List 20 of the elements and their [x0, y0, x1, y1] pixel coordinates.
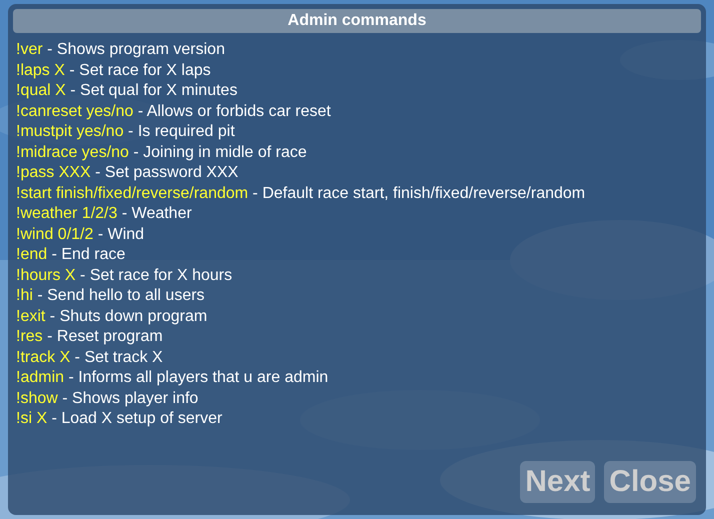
command-line: !canreset yes/no - Allows or forbids car reset [16, 102, 331, 122]
command-line: !hours X - Set race for X hours [16, 266, 232, 286]
command-line: !hi - Send hello to all users [16, 286, 205, 306]
command-line: !res - Reset program [16, 327, 163, 347]
command-line: !midrace yes/no - Joining in midle of race [16, 142, 307, 162]
window-title: Admin commands [13, 9, 701, 33]
command-line: !mustpit yes/no - Is required pit [16, 122, 235, 142]
command-line: !ver - Shows program version [16, 40, 225, 60]
command-line: !si X - Load X setup of server [16, 409, 222, 429]
command-line: !admin - Informs all players that u are admin [16, 368, 328, 388]
command-line: !weather 1/2/3 - Weather [16, 204, 192, 224]
command-line: !show - Shows player info [16, 388, 198, 408]
command-line: !exit - Shuts down program [16, 306, 208, 326]
command-line: !laps X - Set race for X laps [16, 60, 211, 80]
command-line: !track X - Set track X [16, 348, 163, 368]
command-line: !pass XXX - Set password XXX [16, 163, 238, 183]
command-line: !wind 0/1/2 - Wind [16, 224, 144, 244]
command-line: !qual X - Set qual for X minutes [16, 81, 238, 101]
command-line: !end - End race [16, 245, 126, 265]
command-line: !start finish/fixed/reverse/random - Default race start, finish/fixed/reverse/random [16, 184, 586, 204]
